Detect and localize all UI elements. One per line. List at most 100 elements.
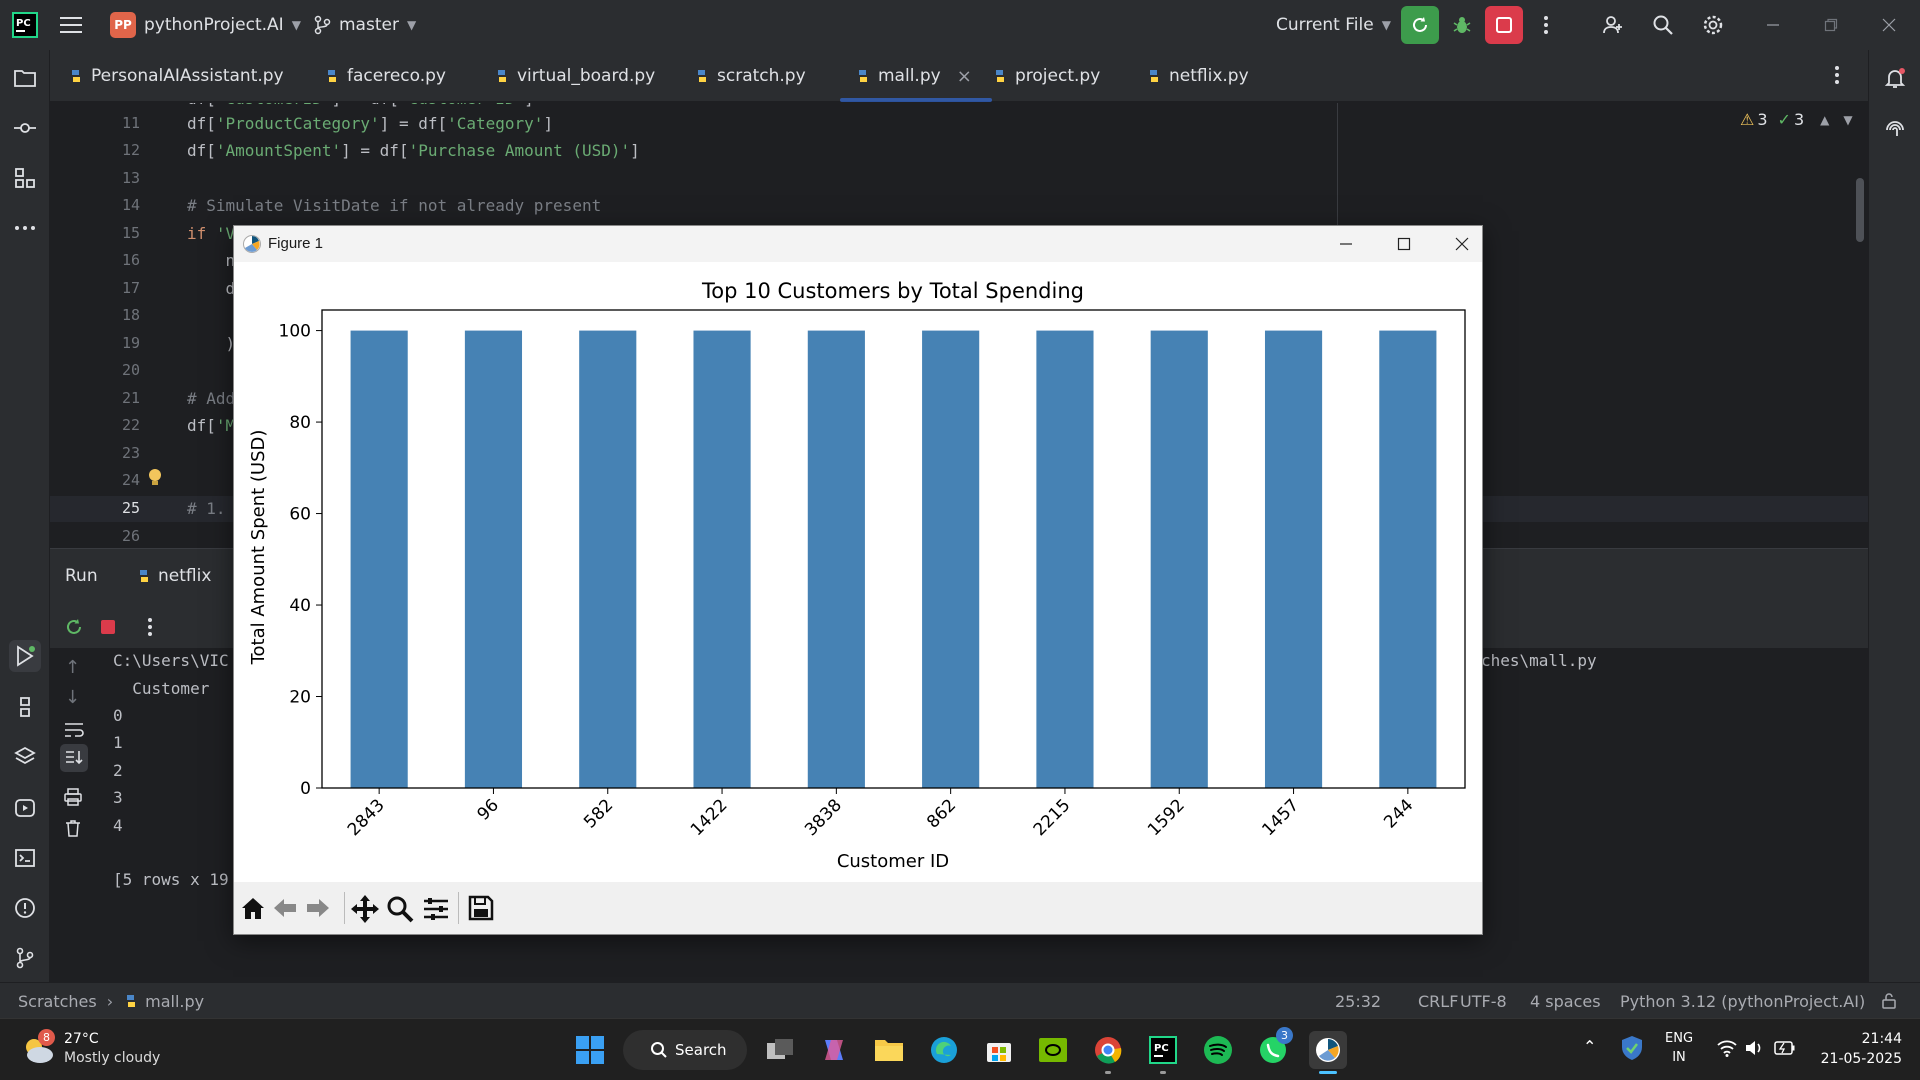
line-number: 21 (121, 389, 140, 407)
code-with-me-button[interactable] (1594, 6, 1632, 44)
chrome-icon[interactable] (1089, 1031, 1127, 1074)
ai-assistant-icon (1886, 121, 1904, 136)
tab-netflix[interactable]: netflix.py (1146, 50, 1249, 102)
configure-subplots-icon[interactable] (422, 895, 450, 927)
tab-facereco[interactable]: facereco.py (324, 50, 446, 102)
search-everywhere-button[interactable] (1644, 6, 1682, 44)
python-packages-button[interactable] (9, 741, 41, 773)
stop-icon[interactable] (100, 619, 116, 639)
chevron-up-icon[interactable]: ▲ (1820, 113, 1829, 127)
figure-close-button[interactable] (1440, 230, 1484, 258)
forward-arrow-icon[interactable] (305, 896, 331, 924)
file-explorer-icon[interactable] (870, 1031, 908, 1069)
inspection-widget[interactable]: ⚠ 3 ✓ 3 ▲ ▼ (1740, 110, 1853, 129)
run-tool-button[interactable] (9, 640, 41, 672)
weather-widget[interactable]: 8 27°C Mostly cloudy (20, 1029, 190, 1071)
tab-scratch[interactable]: scratch.py (694, 50, 806, 102)
file-encoding[interactable]: UTF-8 (1460, 983, 1507, 1019)
close-window-button[interactable] (1870, 6, 1908, 44)
copilot-icon[interactable] (815, 1031, 853, 1069)
line-number: 15 (121, 224, 140, 242)
lock-icon[interactable] (1880, 983, 1898, 1019)
taskbar-search[interactable]: Search (623, 1030, 747, 1070)
tab-personal-ai-assistant[interactable]: PersonalAIAssistant.py (68, 50, 284, 102)
trash-icon[interactable] (63, 818, 83, 842)
clock[interactable]: 21:44 21-05-2025 (1806, 1029, 1902, 1069)
wifi-icon[interactable] (1716, 1039, 1738, 1061)
terminal-button[interactable] (9, 842, 41, 874)
pycharm-logo-icon[interactable]: PC (12, 0, 38, 50)
git-button[interactable] (9, 942, 41, 974)
more-tools-button[interactable] (9, 212, 41, 244)
pan-move-icon[interactable] (350, 894, 380, 928)
figure-minimize-button[interactable] (1324, 230, 1368, 258)
python-console-button[interactable] (9, 691, 41, 723)
more-vertical-icon[interactable] (147, 616, 153, 642)
problems-button[interactable] (9, 892, 41, 924)
maximize-window-button[interactable] (1812, 6, 1850, 44)
arrow-down-icon[interactable]: ↓ (65, 687, 80, 708)
defender-icon[interactable] (1620, 1035, 1644, 1065)
print-icon[interactable] (63, 787, 83, 811)
pycharm-taskbar-icon[interactable]: PC (1144, 1031, 1182, 1074)
running-indicator (1105, 1071, 1111, 1074)
run-tab-netflix[interactable]: netflix (136, 566, 211, 586)
stop-button[interactable] (1485, 6, 1523, 44)
notifications-button[interactable] (1879, 62, 1911, 94)
spotify-icon[interactable] (1199, 1031, 1237, 1069)
figure-canvas[interactable]: Top 10 Customers by Total Spending Custo… (234, 262, 1482, 882)
volume-icon[interactable] (1744, 1039, 1764, 1061)
figure-maximize-button[interactable] (1382, 230, 1426, 258)
minimize-window-button[interactable] (1754, 6, 1792, 44)
nvidia-icon[interactable] (1034, 1031, 1072, 1069)
windows-start-icon[interactable] (571, 1031, 609, 1069)
breadcrumb-root[interactable]: Scratches (18, 992, 97, 1011)
services-button[interactable] (9, 792, 41, 824)
more-horizontal-icon (15, 226, 35, 230)
project-tool-button[interactable] (9, 62, 41, 94)
ai-assistant-button[interactable] (1879, 112, 1911, 144)
breadcrumb[interactable]: Scratches › mall.py (18, 983, 204, 1019)
tab-project[interactable]: project.py (992, 50, 1100, 102)
branch-selector[interactable]: master ▼ (313, 0, 416, 50)
project-selector[interactable]: PP pythonProject.AI ▼ (110, 0, 301, 50)
breadcrumb-file[interactable]: mall.py (145, 992, 204, 1011)
edge-browser-icon[interactable] (925, 1031, 963, 1069)
tab-mall[interactable]: mall.py × (840, 50, 992, 102)
main-menu-icon[interactable] (60, 0, 82, 50)
run-tab-title[interactable]: Run (65, 566, 98, 586)
python-interpreter[interactable]: Python 3.12 (pythonProject.AI) (1620, 983, 1865, 1019)
indent-setting[interactable]: 4 spaces (1530, 983, 1601, 1019)
commit-tool-button[interactable] (9, 112, 41, 144)
settings-button[interactable] (1694, 6, 1732, 44)
scroll-to-end-icon[interactable] (60, 744, 88, 772)
run-config-selector[interactable]: Current File ▼ (1276, 0, 1391, 50)
chevron-up-icon[interactable]: ⌃ (1583, 1037, 1596, 1056)
home-icon[interactable] (239, 894, 267, 926)
more-actions-button[interactable] (1527, 6, 1565, 44)
arrow-up-icon[interactable]: ↑ (65, 657, 80, 678)
battery-icon[interactable] (1774, 1040, 1796, 1060)
whatsapp-icon[interactable]: 3 (1254, 1027, 1293, 1069)
back-arrow-icon[interactable] (272, 896, 298, 924)
tab-options-button[interactable] (1834, 64, 1840, 90)
rerun-button[interactable] (1401, 6, 1439, 44)
chevron-down-icon[interactable]: ▼ (1843, 113, 1852, 127)
tab-virtual-board[interactable]: virtual_board.py (494, 50, 655, 102)
save-figure-icon[interactable] (467, 894, 495, 926)
caret-position[interactable]: 25:32 (1335, 983, 1381, 1019)
close-tab-icon[interactable]: × (957, 66, 972, 87)
editor-scrollbar[interactable] (1856, 178, 1864, 242)
line-separator[interactable]: CRLF (1418, 983, 1458, 1019)
soft-wrap-icon[interactable] (63, 721, 85, 743)
rerun-icon[interactable] (63, 616, 85, 642)
task-view-icon[interactable] (761, 1031, 799, 1069)
structure-tool-button[interactable] (9, 162, 41, 194)
python-figure-taskbar-icon[interactable] (1309, 1031, 1347, 1074)
microsoft-store-icon[interactable] (980, 1031, 1018, 1069)
debug-button[interactable] (1443, 6, 1481, 44)
language-indicator[interactable]: ENG IN (1665, 1029, 1693, 1067)
intention-bulb-icon[interactable] (147, 467, 163, 493)
weak-warning-count: 3 (1793, 110, 1805, 129)
zoom-icon[interactable] (386, 895, 414, 927)
